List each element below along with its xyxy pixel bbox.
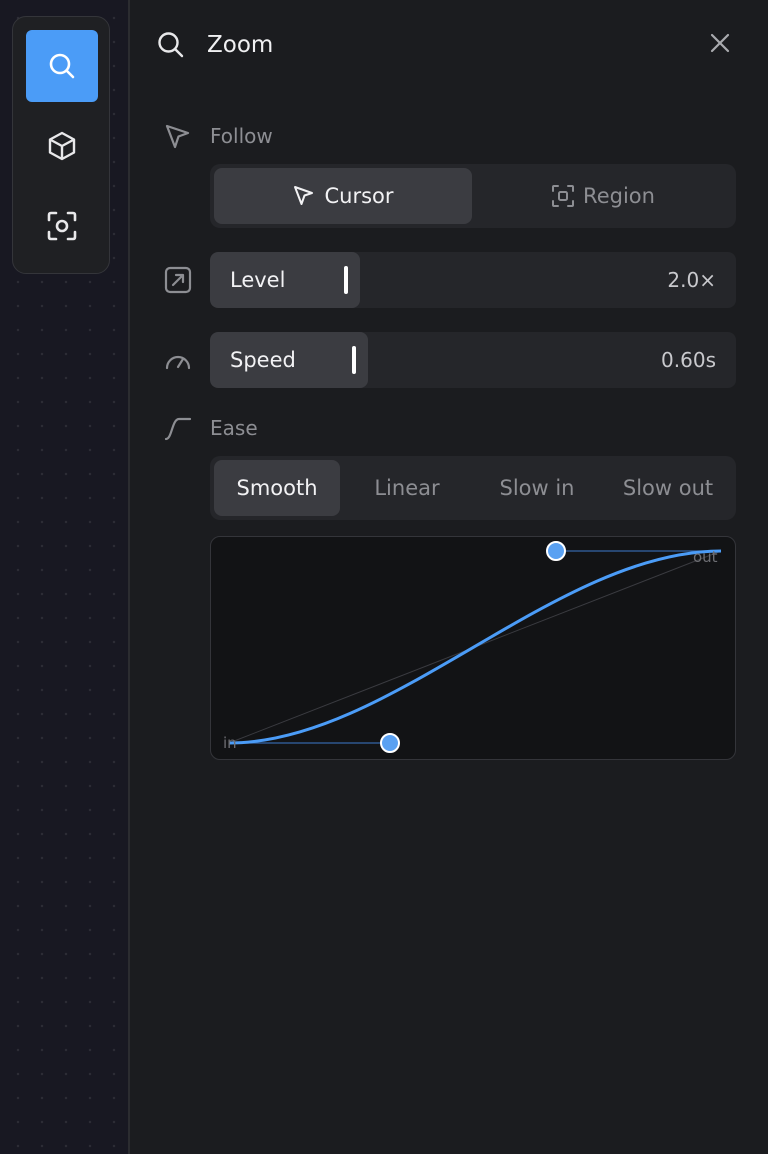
curve-start-label: in (223, 734, 237, 752)
ease-option-slow-in[interactable]: Slow in (474, 460, 600, 516)
level-slider[interactable]: Level 2.0× (210, 252, 736, 308)
panel-title: Zoom (207, 32, 274, 58)
curve-end-label: out (693, 548, 718, 566)
follow-label: Follow (210, 124, 273, 148)
out-control-handle[interactable] (546, 541, 566, 561)
zoom-tool-button[interactable] (26, 30, 98, 102)
focus-icon (47, 211, 77, 241)
ease-option-slow-out-label: Slow out (622, 476, 714, 500)
speedometer-icon (165, 355, 191, 370)
in-control-handle[interactable] (380, 733, 400, 753)
ease-option-linear-label: Linear (374, 476, 440, 500)
ease-label: Ease (210, 416, 258, 440)
follow-option-region[interactable]: Region (474, 168, 732, 224)
speed-label: Speed (230, 348, 296, 372)
follow-option-region-label: Region (583, 184, 655, 208)
level-value: 2.0× (667, 268, 716, 292)
follow-segmented-control: Cursor Region (210, 164, 736, 228)
speed-slider[interactable]: Speed 0.60s (210, 332, 736, 388)
tool-rail (12, 16, 110, 274)
cube-icon (48, 131, 76, 161)
search-icon (49, 53, 75, 79)
ease-curve-graph: in out (223, 541, 722, 753)
level-slider-thumb[interactable] (344, 266, 348, 294)
object-tool-button[interactable] (26, 110, 98, 182)
speed-value: 0.60s (661, 348, 716, 372)
cursor-arrow-icon (294, 186, 314, 205)
close-icon[interactable] (708, 31, 732, 55)
ease-option-linear[interactable]: Linear (344, 460, 470, 516)
cursor-arrow-icon (165, 124, 190, 149)
ease-segmented-control: Smooth Linear Slow in Slow out (210, 456, 736, 520)
ease-option-smooth[interactable]: Smooth (214, 460, 340, 516)
region-icon (552, 185, 575, 207)
speed-slider-thumb[interactable] (352, 346, 356, 374)
level-label: Level (230, 268, 286, 292)
search-icon (158, 32, 184, 58)
ease-curve-editor: in out (210, 536, 736, 760)
ease-option-smooth-label: Smooth (236, 476, 318, 500)
follow-option-cursor-label: Cursor (324, 184, 394, 208)
focus-tool-button[interactable] (26, 190, 98, 262)
zoom-panel: Zoom Follow Cursor Region Level 2.0× Spe… (130, 0, 768, 1154)
follow-option-cursor[interactable]: Cursor (214, 168, 472, 224)
ease-curve-icon (164, 417, 192, 441)
level-icon (164, 266, 192, 294)
ease-option-slow-in-label: Slow in (499, 476, 575, 500)
ease-option-slow-out[interactable]: Slow out (604, 460, 732, 516)
